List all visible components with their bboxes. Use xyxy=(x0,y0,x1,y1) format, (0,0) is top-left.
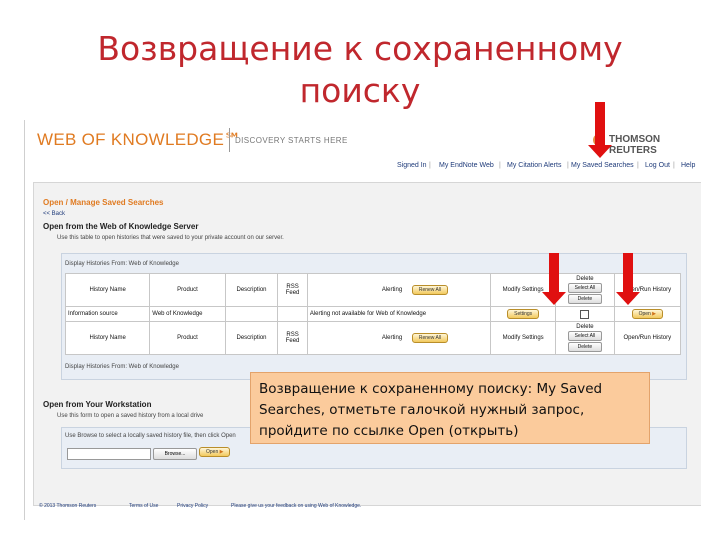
col-history-name: History Name xyxy=(64,273,151,307)
display-histories-caption-bottom[interactable]: Display Histories From: Web of Knowledge xyxy=(65,364,179,370)
footer-feedback-link[interactable]: Please give us your feedback on using We… xyxy=(231,503,361,509)
file-path-input[interactable] xyxy=(67,448,151,460)
row-product: Web of Knowledge xyxy=(149,306,226,322)
top-nav: Signed In | My EndNote Web | My Citation… xyxy=(25,158,701,180)
workstation-open-button[interactable]: Open xyxy=(199,447,231,457)
slide-title-line2: поиску xyxy=(299,71,421,110)
publisher-name: THOMSON REUTERS xyxy=(609,134,661,156)
nav-separator: | xyxy=(637,162,639,169)
wok-screenshot: WEB OF KNOWLEDGE℠ DISCOVERY STARTS HERE … xyxy=(24,120,701,520)
select-all-button[interactable]: Select All xyxy=(567,330,602,341)
red-arrow-icon xyxy=(616,253,640,305)
col-product: Product xyxy=(149,273,226,307)
row-open: Open xyxy=(613,306,682,322)
delete-button[interactable]: Delete xyxy=(567,293,602,304)
slide-title: Возвращение к сохраненному поиску xyxy=(0,28,720,112)
renew-all-button[interactable]: Renew All xyxy=(411,333,449,343)
delete-label: Delete xyxy=(576,275,594,282)
nav-log-out[interactable]: Log Out xyxy=(645,162,670,169)
nav-separator: | xyxy=(499,162,501,169)
wok-logo[interactable]: WEB OF KNOWLEDGE℠ xyxy=(37,130,242,150)
delete-label: Delete xyxy=(576,323,594,330)
table-header-row: History Name Product Description RSS Fee… xyxy=(64,273,682,307)
row-rss-feed xyxy=(277,306,308,322)
red-arrow-icon xyxy=(542,253,566,305)
col-open-run-history: Open/Run History xyxy=(613,321,682,355)
col-product: Product xyxy=(149,321,226,355)
alerting-label: Alerting xyxy=(381,287,403,293)
alerting-label: Alerting xyxy=(381,335,403,341)
footer-copyright: © 2013 Thomson Reuters xyxy=(39,503,97,509)
footer-terms-link[interactable]: Terms of Use xyxy=(129,503,158,509)
nav-my-saved-searches[interactable]: My Saved Searches xyxy=(571,162,634,169)
workstation-section-description: Use this form to open a saved history fr… xyxy=(57,413,204,419)
col-rss-feed: RSS Feed xyxy=(277,321,308,355)
nav-separator: | xyxy=(567,162,569,169)
row-select-checkbox[interactable] xyxy=(580,309,590,319)
row-modify-settings: Settings xyxy=(490,306,557,322)
row-delete xyxy=(555,306,615,322)
col-description: Description xyxy=(224,273,279,307)
row-history-name[interactable]: Information source xyxy=(64,306,151,322)
delete-button[interactable]: Delete xyxy=(567,341,602,352)
nav-separator: | xyxy=(673,162,675,169)
back-link[interactable]: << Back xyxy=(43,211,65,217)
nav-my-endnote-web[interactable]: My EndNote Web xyxy=(439,162,494,169)
nav-help[interactable]: Help xyxy=(681,162,695,169)
tagline: DISCOVERY STARTS HERE xyxy=(235,136,348,145)
server-section-description: Use this table to open histories that we… xyxy=(57,235,284,241)
nav-my-citation-alerts[interactable]: My Citation Alerts xyxy=(507,162,561,169)
display-histories-caption[interactable]: Display Histories From: Web of Knowledge xyxy=(65,261,179,267)
browse-button[interactable]: Browse... xyxy=(153,448,197,460)
nav-separator: | xyxy=(429,162,431,169)
table-row: Information source Web of Knowledge Aler… xyxy=(64,306,682,322)
renew-all-button[interactable]: Renew All xyxy=(411,285,449,295)
col-alerting: Alerting Renew All xyxy=(306,321,492,355)
open-history-button[interactable]: Open xyxy=(631,309,664,319)
instruction-callout: Возвращение к сохраненному поиску: My Sa… xyxy=(250,372,650,444)
page-title: Open / Manage Saved Searches xyxy=(43,198,164,207)
row-description xyxy=(224,306,279,322)
col-alerting: Alerting Renew All xyxy=(306,273,492,307)
col-rss-feed: RSS Feed xyxy=(277,273,308,307)
nav-signed-in[interactable]: Signed In xyxy=(397,162,427,169)
workstation-form-caption: Use Browse to select a locally saved his… xyxy=(65,433,236,439)
col-delete: Delete Select All Delete xyxy=(555,321,615,355)
workstation-section-heading: Open from Your Workstation xyxy=(43,400,152,409)
footer: © 2013 Thomson Reuters Terms of Use Priv… xyxy=(25,500,701,516)
settings-button[interactable]: Settings xyxy=(507,309,540,319)
logo-divider xyxy=(229,128,230,152)
footer-privacy-link[interactable]: Privacy Policy xyxy=(177,503,208,509)
server-section-heading: Open from the Web of Knowledge Server xyxy=(43,222,199,231)
table-footer-row: History Name Product Description RSS Fee… xyxy=(64,321,682,355)
col-history-name: History Name xyxy=(64,321,151,355)
red-arrow-icon xyxy=(588,102,612,158)
row-alerting: Alerting not available for Web of Knowle… xyxy=(306,306,492,322)
col-description: Description xyxy=(224,321,279,355)
slide-title-line1: Возвращение к сохраненному xyxy=(97,29,623,68)
select-all-button[interactable]: Select All xyxy=(567,282,602,293)
col-modify-settings: Modify Settings xyxy=(490,321,557,355)
saved-history-table: History Name Product Description RSS Fee… xyxy=(64,273,682,355)
